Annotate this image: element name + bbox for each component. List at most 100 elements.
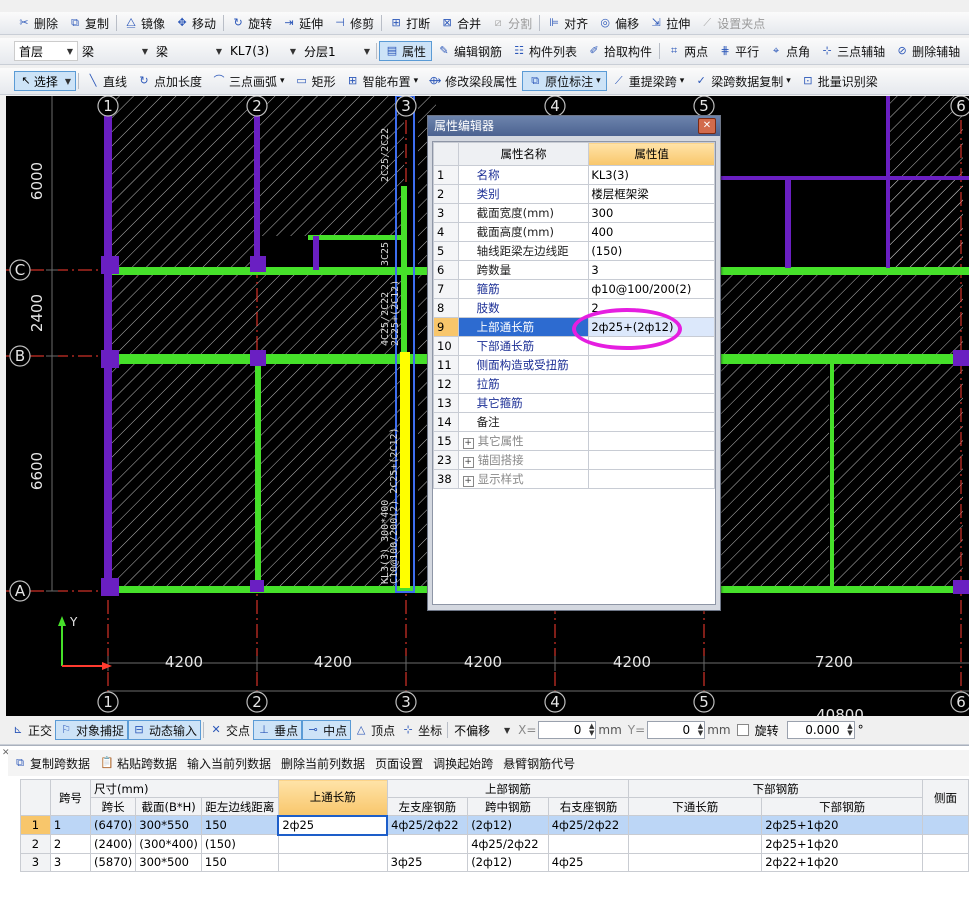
floor-dropdown[interactable]: 首层 ▼ <box>14 41 78 61</box>
span-cell-dist[interactable]: 150 <box>200 852 279 872</box>
expand-icon[interactable]: + <box>462 438 474 449</box>
extend-button[interactable]: ⇥ 延伸 <box>277 13 328 33</box>
property-row[interactable]: 9 上部通长筋 2ф25+(2ф12) <box>433 317 715 337</box>
offset-button[interactable]: ◎ 偏移 <box>593 13 644 33</box>
arc-button[interactable]: ⌒ 三点画弧 ▾ <box>207 71 290 91</box>
merge-button[interactable]: ⊠ 合并 <box>435 13 486 33</box>
span-tool-3-button[interactable]: 删除当前列数据 <box>276 753 370 773</box>
property-value[interactable]: 2 <box>588 298 715 318</box>
property-value[interactable] <box>588 393 715 413</box>
span-cell-mid[interactable]: 4ф25/2ф22 <box>467 834 549 854</box>
spinner-icon[interactable]: ▲ ▼ <box>847 723 852 737</box>
span-cell-mid[interactable]: (2ф12) <box>467 815 549 835</box>
spinner-icon[interactable]: ▲ ▼ <box>698 723 703 737</box>
span-cell-span[interactable]: 1 <box>49 815 92 835</box>
span-row[interactable]: 1 1 (6470) 300*550 150 2ф25 4ф25/2ф22 (2ф12) 4ф2… <box>20 814 969 836</box>
span-cell-side[interactable] <box>922 815 969 835</box>
offset-dropdown[interactable]: 不偏移 ▼ <box>450 721 514 739</box>
member-list-button[interactable]: ☷ 构件列表 <box>507 41 582 61</box>
member-dropdown[interactable]: KL7(3) ▼ <box>226 42 300 60</box>
property-row[interactable]: 3 截面宽度(mm) 300 <box>433 203 715 223</box>
category-dropdown[interactable]: 梁 ▼ <box>78 42 152 60</box>
span-row[interactable]: 2 2 (2400) (300*400) (150) 4ф25/2ф22 2ф25+1ф20 <box>20 834 969 854</box>
property-row[interactable]: 5 轴线距梁左边线距 (150) <box>433 241 715 261</box>
property-value[interactable] <box>588 431 715 451</box>
layer-dropdown[interactable]: 分层1 ▼ <box>300 42 374 60</box>
property-row[interactable]: 38 + 显示样式 <box>433 469 715 489</box>
line-button[interactable]: ╲ 直线 <box>81 71 132 91</box>
property-value[interactable] <box>588 450 715 470</box>
close-icon[interactable]: ✕ <box>698 118 716 134</box>
span-cell-section[interactable]: (300*400) <box>135 834 202 854</box>
span-cell-section[interactable]: 300*550 <box>135 815 202 835</box>
span-cell-dist[interactable]: (150) <box>200 834 279 854</box>
coordinate-toggle[interactable]: ⊹ 坐标 <box>398 720 445 740</box>
copy-button[interactable]: ⧉ 复制 <box>63 13 114 33</box>
split-button[interactable]: ⧄ 分割 <box>486 13 537 33</box>
copy-span-data-button[interactable]: ✓ 梁跨数据复制 ▾ <box>689 71 796 91</box>
span-cell-upper[interactable] <box>277 834 388 854</box>
pick-member-button[interactable]: ✐ 拾取构件 <box>582 41 657 61</box>
perpendicular-toggle[interactable]: ⊥ 垂点 <box>253 720 303 740</box>
span-cell-lower-through[interactable] <box>628 852 763 872</box>
expand-icon[interactable]: + <box>462 476 474 487</box>
in-situ-label-button[interactable]: ⧉ 原位标注 ▾ <box>522 71 607 91</box>
mirror-button[interactable]: ⧋ 镜像 <box>119 13 170 33</box>
span-cell-left[interactable]: 3ф25 <box>386 852 469 872</box>
span-tool-5-button[interactable]: 调换起始跨 <box>428 753 498 773</box>
type-dropdown[interactable]: 梁 ▼ <box>152 42 226 60</box>
property-value[interactable] <box>588 336 715 356</box>
break-button[interactable]: ⊞ 打断 <box>384 13 435 33</box>
two-point-button[interactable]: ⌗ 两点 <box>662 41 713 61</box>
span-cell-lower[interactable]: 2ф25+1ф20 <box>761 815 924 835</box>
span-cell-length[interactable]: (2400) <box>90 834 137 854</box>
object-snap-toggle[interactable]: ⚐ 对象捕捉 <box>55 720 129 740</box>
rectangle-button[interactable]: ▭ 矩形 <box>290 71 341 91</box>
x-input[interactable]: 0 ▲ ▼ <box>538 721 597 739</box>
property-row[interactable]: 12 拉筋 <box>433 374 715 394</box>
property-row[interactable]: 15 + 其它属性 <box>433 431 715 451</box>
span-cell-right[interactable]: 4ф25/2ф22 <box>547 815 630 835</box>
property-value[interactable]: KL3(3) <box>588 165 715 185</box>
property-row[interactable]: 4 截面高度(mm) 400 <box>433 222 715 242</box>
span-cell-length[interactable]: (6470) <box>90 815 137 835</box>
select-button[interactable]: ↖ 选择 ▼ <box>14 71 76 91</box>
rotate-input[interactable]: 0.000 ▲ ▼ <box>786 721 855 739</box>
span-tool-2-button[interactable]: 输入当前列数据 <box>182 753 276 773</box>
span-cell-upper[interactable]: 2ф25 <box>277 814 389 836</box>
delete-aux-button[interactable]: ⊘ 删除辅轴 <box>890 41 965 61</box>
property-row[interactable]: 6 跨数量 3 <box>433 260 715 280</box>
property-editor-titlebar[interactable]: 属性编辑器 ✕ <box>428 116 720 136</box>
span-cell-side[interactable] <box>922 852 969 872</box>
property-value[interactable] <box>588 374 715 394</box>
property-value[interactable] <box>588 412 715 432</box>
align-button[interactable]: ⊫ 对齐 <box>542 13 593 33</box>
property-value[interactable]: 400 <box>588 222 715 242</box>
spinner-icon[interactable]: ▲ ▼ <box>589 723 594 737</box>
trim-button[interactable]: ⊣ 修剪 <box>328 13 379 33</box>
midpoint-toggle[interactable]: ⊸ 中点 <box>302 720 352 740</box>
property-row[interactable]: 8 肢数 2 <box>433 298 715 318</box>
span-row[interactable]: 3 3 (5870) 300*500 150 3ф25 (2ф12) 4ф25 2ф22+1ф2… <box>20 852 969 872</box>
modify-span-button[interactable]: ⟴ 修改梁段属性 <box>423 71 522 91</box>
three-point-aux-button[interactable]: ⊹ 三点辅轴 <box>815 41 890 61</box>
property-row[interactable]: 14 备注 <box>433 412 715 432</box>
property-value[interactable]: 2ф25+(2ф12) <box>588 317 715 337</box>
property-row[interactable]: 23 + 锚固搭接 <box>433 450 715 470</box>
span-cell-right[interactable]: 4ф25 <box>547 852 630 872</box>
span-cell-dist[interactable]: 150 <box>200 815 279 835</box>
property-row[interactable]: 7 箍筋 ф10@100/200(2) <box>433 279 715 299</box>
rotate-button[interactable]: ↻ 旋转 <box>226 13 277 33</box>
point-angle-button[interactable]: ⌖ 点角 <box>764 41 815 61</box>
intersection-toggle[interactable]: ✕ 交点 <box>206 720 253 740</box>
span-cell-length[interactable]: (5870) <box>90 852 137 872</box>
stretch-button[interactable]: ⇲ 拉伸 <box>644 13 695 33</box>
property-value[interactable] <box>588 469 715 489</box>
copy-span-button[interactable]: ⧉ 复制跨数据 <box>8 753 95 773</box>
property-value[interactable]: 楼层框架梁 <box>588 184 715 204</box>
property-value[interactable]: ф10@100/200(2) <box>588 279 715 299</box>
property-row[interactable]: 2 类别 楼层框架梁 <box>433 184 715 204</box>
selected-beam[interactable] <box>400 352 410 588</box>
span-cell-left[interactable]: 4ф25/2ф22 <box>386 815 469 835</box>
expand-icon[interactable]: + <box>462 457 474 468</box>
